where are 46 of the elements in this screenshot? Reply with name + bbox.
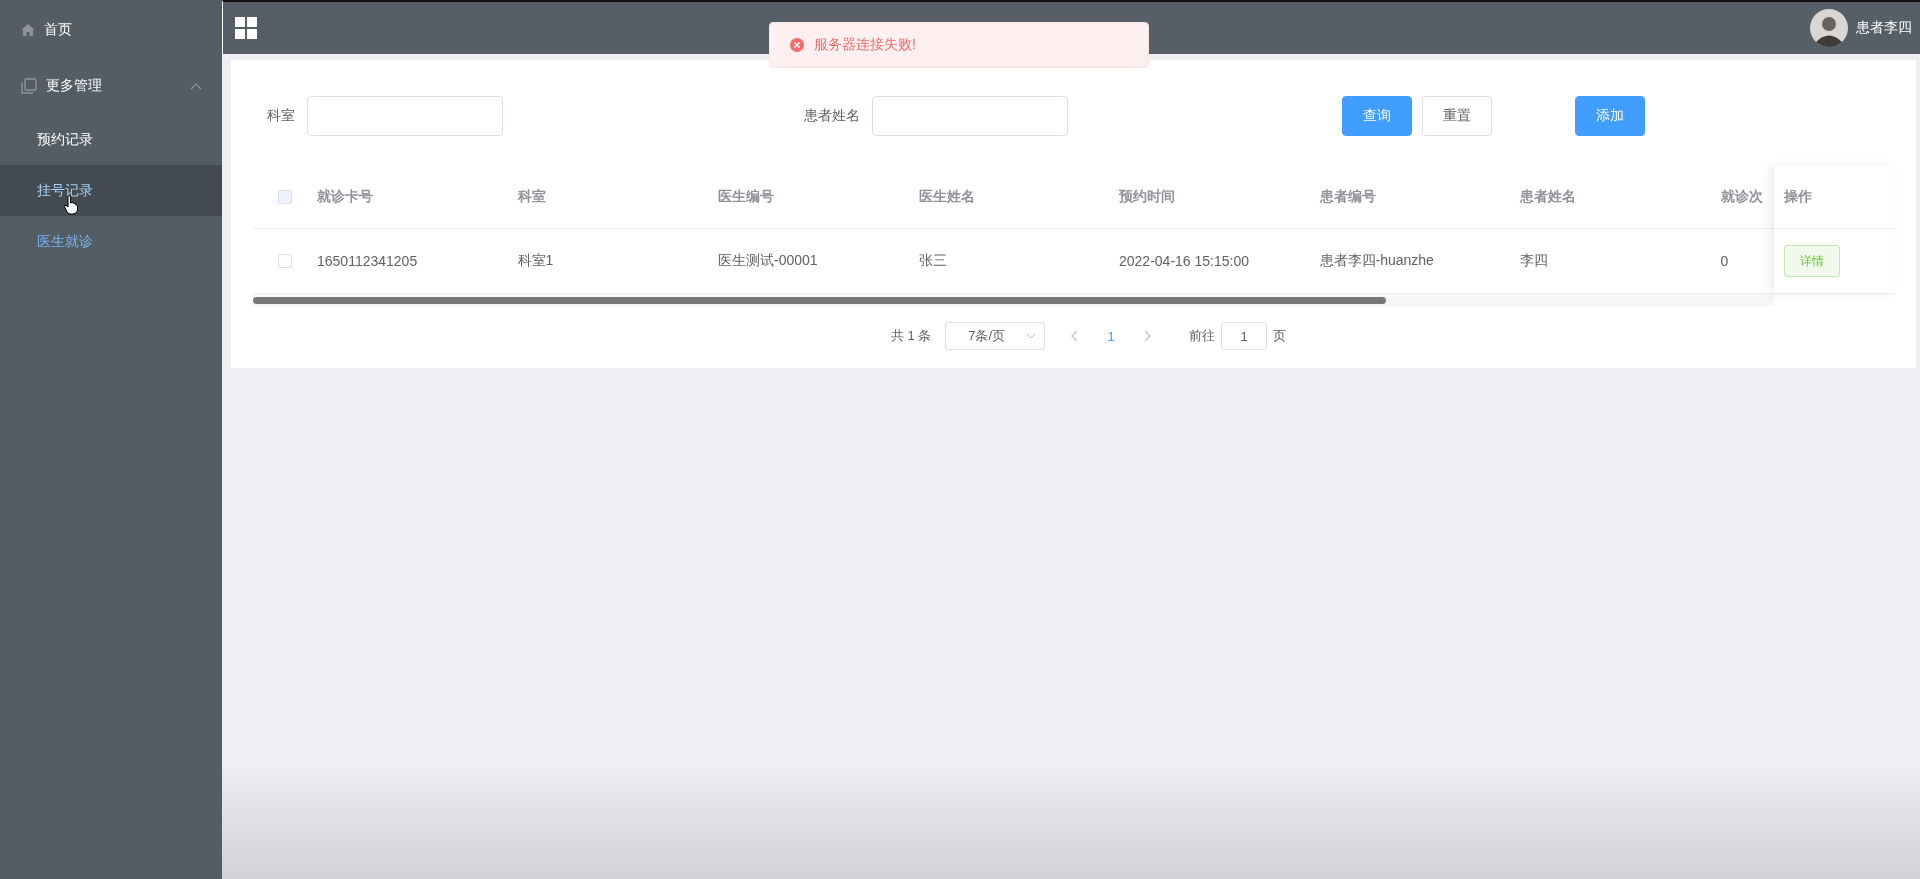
dropdown-caret-icon [1026,333,1037,339]
table-cell-text: 0 [1720,253,1730,269]
select-all-checkbox[interactable] [278,190,292,204]
copy-icon [20,77,38,95]
search-field[interactable] [307,96,503,136]
search-field[interactable] [872,96,1068,136]
field-label: 科室 [267,107,295,125]
table-cell-text: 1650112341205 [317,253,419,269]
table-cell-text: 李四 [1520,252,1549,270]
next-page-icon[interactable] [1143,330,1152,342]
user-name[interactable]: 患者李四 [1856,19,1912,37]
prev-page-icon[interactable] [1071,330,1080,342]
row-checkbox[interactable] [278,254,292,268]
avatar-icon[interactable] [1810,9,1848,47]
table-cell-text: 2022-04-16 15:15:00 [1119,253,1250,269]
column-header: 就诊次 [1720,188,1764,206]
column-header: 操作 [1784,188,1812,206]
column-header: 医生姓名 [918,188,976,206]
toast-message: 服务器连接失败! [814,36,916,54]
total-count: 共 1 条 [890,327,932,345]
table-cell-text: 科室1 [517,252,555,270]
goto-label: 前往 [1189,327,1216,345]
submenu-item[interactable]: 医生就诊 [0,216,222,267]
menu-item[interactable]: 首页 [0,2,222,58]
field-label: 患者姓名 [804,107,860,125]
table-cell-text: 医生测试-00001 [718,252,819,270]
column-header: 患者编号 [1319,188,1377,206]
hand-cursor-icon [64,195,78,215]
column-header: 就诊卡号 [317,188,374,206]
page-size-select[interactable]: 7条/页 [945,322,1046,350]
submenu-item[interactable]: 预约记录 [0,114,222,165]
error-icon [790,38,804,52]
table-cell-text: 张三 [918,252,948,270]
column-header: 科室 [517,188,547,206]
scrollbar-thumb[interactable] [253,297,1386,304]
menu-item[interactable]: 更多管理 [0,58,222,114]
reset-button[interactable]: 重置 [1422,96,1492,136]
home-icon [20,22,36,38]
column-header: 患者姓名 [1520,188,1577,206]
table-cell-text: 患者李四-huanzhe [1319,252,1435,270]
submenu-item[interactable]: 挂号记录 [0,165,222,216]
column-header: 预约时间 [1119,188,1176,206]
goto-page-field[interactable]: 1 [1221,322,1268,350]
grid-icon[interactable] [235,17,257,39]
column-header: 医生编号 [718,188,775,206]
page-suffix: 页 [1273,327,1287,345]
